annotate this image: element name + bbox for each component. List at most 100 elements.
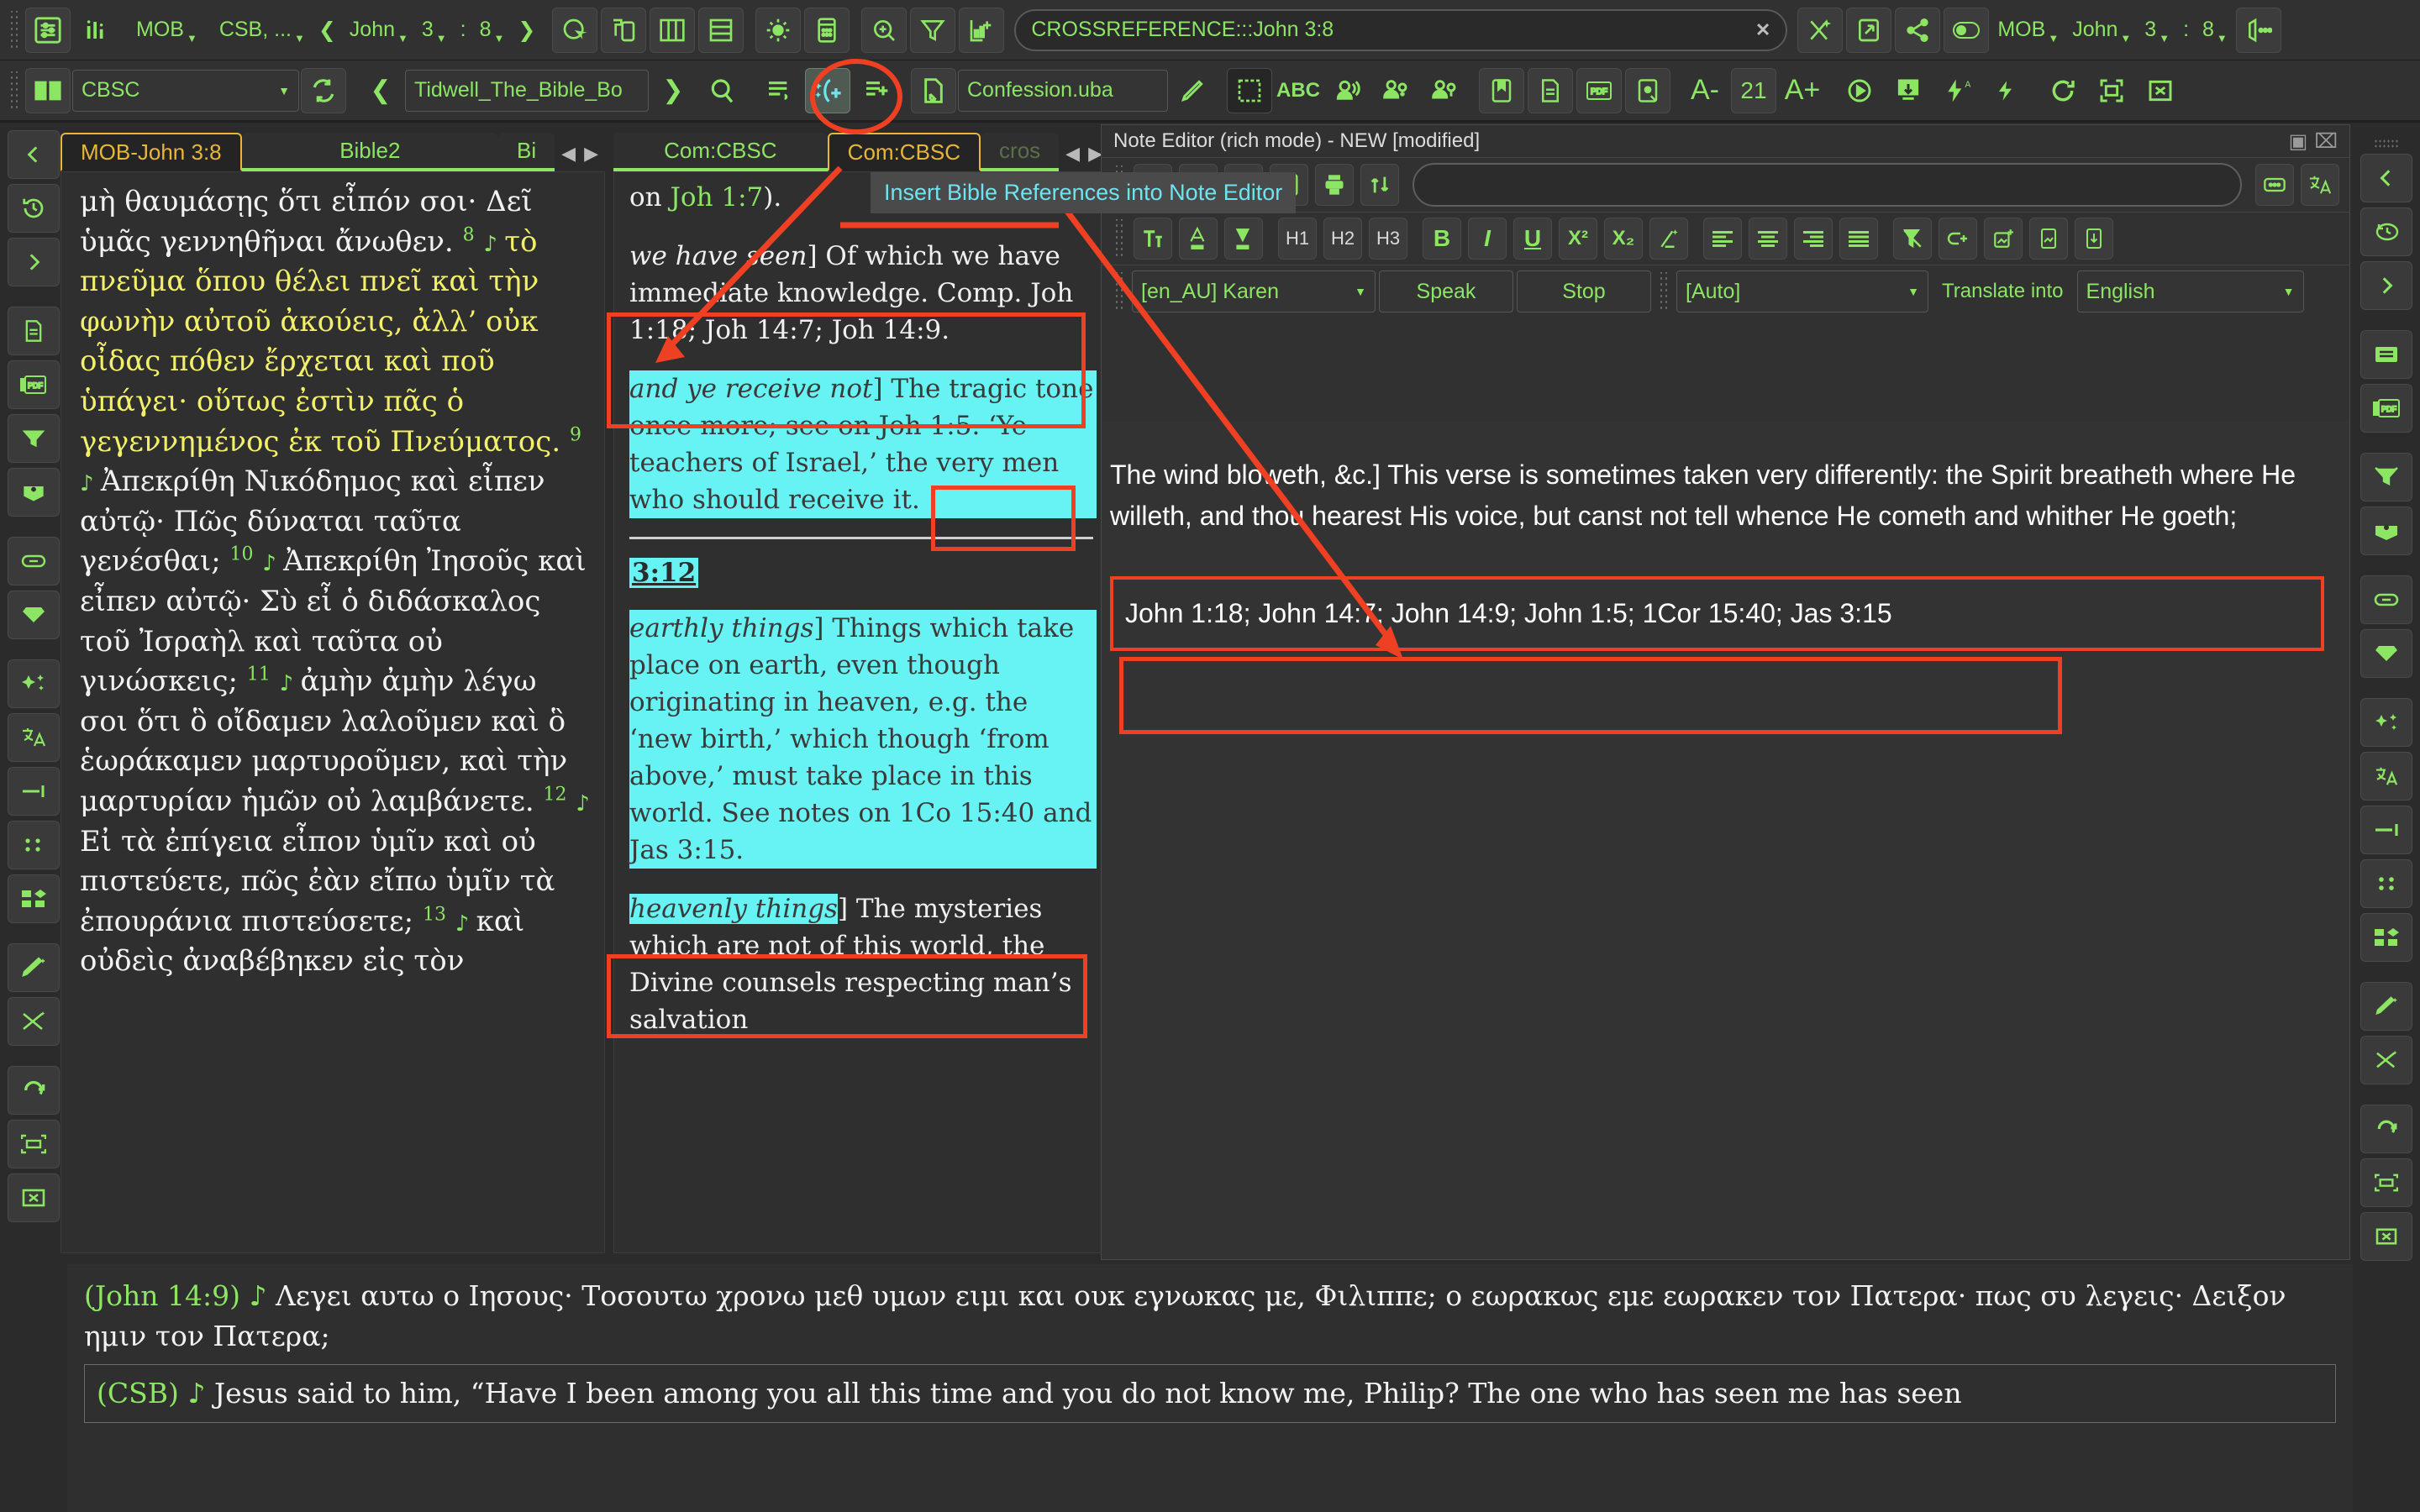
history-icon[interactable]: [8, 184, 60, 233]
align-right-button[interactable]: [1794, 218, 1833, 260]
close-window-icon[interactable]: ⌧: [2314, 129, 2338, 154]
audio-note-icon[interactable]: ♪: [80, 471, 101, 496]
audio-note-icon[interactable]: ♪: [262, 551, 283, 576]
translate-a-icon[interactable]: [2360, 752, 2412, 801]
chart-bars-icon[interactable]: [74, 8, 119, 53]
commentary-module-select[interactable]: CBSC ▼: [72, 69, 299, 112]
highlight-color-icon[interactable]: [1224, 218, 1263, 260]
tab-bible2[interactable]: Bible2: [241, 133, 499, 171]
calendar-icon[interactable]: [804, 7, 850, 53]
four-dots-icon[interactable]: [2360, 859, 2412, 908]
prev-verse-button[interactable]: ❮: [312, 8, 343, 53]
tab-com-cbsc-2[interactable]: Com:CBSC: [827, 133, 981, 171]
edit-document-icon[interactable]: [1625, 67, 1670, 113]
theme-brightness-icon[interactable]: [755, 7, 802, 53]
expand-fit-icon[interactable]: [2360, 1158, 2412, 1207]
next-book-button[interactable]: ❯: [650, 68, 696, 113]
bible-module-dropdown[interactable]: MOB ▼: [129, 8, 204, 53]
blocks-layout-icon[interactable]: [2360, 913, 2412, 962]
tab-com-cbsc-1[interactable]: Com:CBSC: [613, 133, 828, 171]
note-editor-titlebar[interactable]: Note Editor (rich mode) - NEW [modified]…: [1102, 125, 2349, 157]
controls-panel-icon[interactable]: [25, 7, 71, 53]
align-center-button[interactable]: [1749, 218, 1787, 260]
inserted-references-box[interactable]: John 1:18; John 14:7; John 14:9; John 1:…: [1110, 576, 2324, 651]
download-note-icon[interactable]: [2075, 218, 2113, 260]
align-right-icon[interactable]: [8, 767, 60, 816]
parallel-window-icon[interactable]: [601, 7, 647, 53]
sync-updown-icon[interactable]: [1360, 164, 1399, 206]
bible-tab-scroll[interactable]: ◀ ▶: [555, 143, 605, 171]
align-bar-icon[interactable]: [2360, 806, 2412, 854]
toggle-switch-icon[interactable]: [1944, 7, 1990, 53]
book-title-field[interactable]: Tidwell_The_Bible_Bo: [405, 69, 649, 112]
heading-2-button[interactable]: H2: [1323, 218, 1362, 260]
auto-flash-icon[interactable]: A: [1934, 68, 1980, 113]
image-box-icon[interactable]: [2029, 218, 2068, 260]
right-rail-grip[interactable]: [2374, 139, 2399, 149]
right-book-dropdown[interactable]: John ▼: [2065, 8, 2138, 53]
history-clock-icon[interactable]: [2360, 207, 2412, 256]
play-icon[interactable]: [1837, 68, 1882, 113]
superscript-button[interactable]: X²: [1559, 218, 1597, 260]
open-external-window-icon[interactable]: [1846, 7, 1892, 53]
document-lines-icon[interactable]: [2360, 330, 2412, 379]
csb-label[interactable]: (CSB): [97, 1377, 179, 1410]
cross-shuffle-icon[interactable]: [2360, 1036, 2412, 1084]
audio-note-icon[interactable]: ♪: [280, 671, 301, 696]
next-verse-button[interactable]: ❯: [511, 8, 542, 53]
tab-scroll-right-icon[interactable]: ▶: [584, 143, 598, 165]
commentary-0-ref[interactable]: Joh 1:7: [670, 182, 763, 213]
right-chapter-dropdown[interactable]: 3 ▼: [2138, 8, 2176, 53]
row3-grip[interactable]: [1113, 272, 1125, 311]
chapter-dropdown[interactable]: 3 ▼: [415, 8, 454, 53]
add-chart-icon[interactable]: [959, 7, 1005, 53]
pdf-doc-icon[interactable]: PDF: [2360, 384, 2412, 433]
commentary-verse-label[interactable]: 3:12: [629, 554, 1097, 591]
note-search-input[interactable]: [1413, 163, 2242, 207]
decrease-font-button[interactable]: A-: [1682, 68, 1728, 113]
document-list-icon[interactable]: [8, 307, 60, 355]
insert-link-icon[interactable]: [1939, 218, 1977, 260]
insert-list-icon[interactable]: [756, 68, 802, 113]
text-format-icon[interactable]: [1134, 218, 1172, 260]
audio-note-icon[interactable]: ♪: [249, 1279, 276, 1312]
cross-reference-icon[interactable]: [1797, 7, 1844, 53]
chain-link-icon[interactable]: [2360, 575, 2412, 624]
close-window-icon[interactable]: [2138, 68, 2183, 113]
heading-3-button[interactable]: H3: [1369, 218, 1407, 260]
text-to-speech-icon[interactable]: [1324, 68, 1370, 113]
more-options-icon[interactable]: [2235, 7, 2281, 53]
link-icon[interactable]: [8, 537, 60, 585]
right-module-dropdown[interactable]: MOB ▼: [1991, 8, 2065, 53]
audio-note-icon[interactable]: ♪: [187, 1377, 214, 1410]
back-icon[interactable]: [2360, 154, 2412, 202]
compare-modules-dropdown[interactable]: CSB, ... ▼: [213, 8, 312, 53]
clear-search-icon[interactable]: ✕: [1755, 19, 1770, 41]
envelope-ribbon-icon[interactable]: [2360, 507, 2412, 555]
verse-dropdown[interactable]: 8 ▼: [473, 8, 512, 53]
toolbar-grip[interactable]: [8, 10, 20, 50]
tab-crossref[interactable]: cros: [981, 133, 1060, 171]
prev-book-button[interactable]: ❮: [358, 68, 403, 113]
justify-button[interactable]: [1839, 218, 1878, 260]
subscript-button[interactable]: X₂: [1604, 218, 1643, 260]
source-language-select[interactable]: [Auto] ▼: [1676, 270, 1928, 312]
ellipsis-box-icon[interactable]: [2255, 164, 2294, 206]
redo-icon[interactable]: [2360, 1105, 2412, 1153]
tab-bible3[interactable]: Bi: [498, 133, 555, 171]
magic-sparkle-icon[interactable]: [2360, 698, 2412, 747]
open-book-icon[interactable]: [25, 67, 71, 113]
abc-spellcheck-icon[interactable]: ABC: [1276, 68, 1321, 113]
insert-bible-references-icon[interactable]: [805, 67, 850, 113]
instant-lookup-icon[interactable]: [552, 7, 598, 53]
zoom-search-icon[interactable]: [861, 7, 908, 53]
restore-window-icon[interactable]: ▣: [2289, 129, 2308, 154]
search-input[interactable]: CROSSREFERENCE:::John 3:8 ✕: [1014, 8, 1788, 51]
voice-select[interactable]: [en_AU] Karen ▼: [1132, 270, 1376, 312]
target-language-select[interactable]: English ▼: [2076, 270, 2304, 312]
filter-icon[interactable]: [910, 7, 956, 53]
add-person-icon[interactable]: [1373, 68, 1418, 113]
stacked-rows-layout-icon[interactable]: [698, 7, 744, 53]
increase-font-button[interactable]: A+: [1780, 68, 1825, 113]
font-color-icon[interactable]: [1179, 218, 1218, 260]
